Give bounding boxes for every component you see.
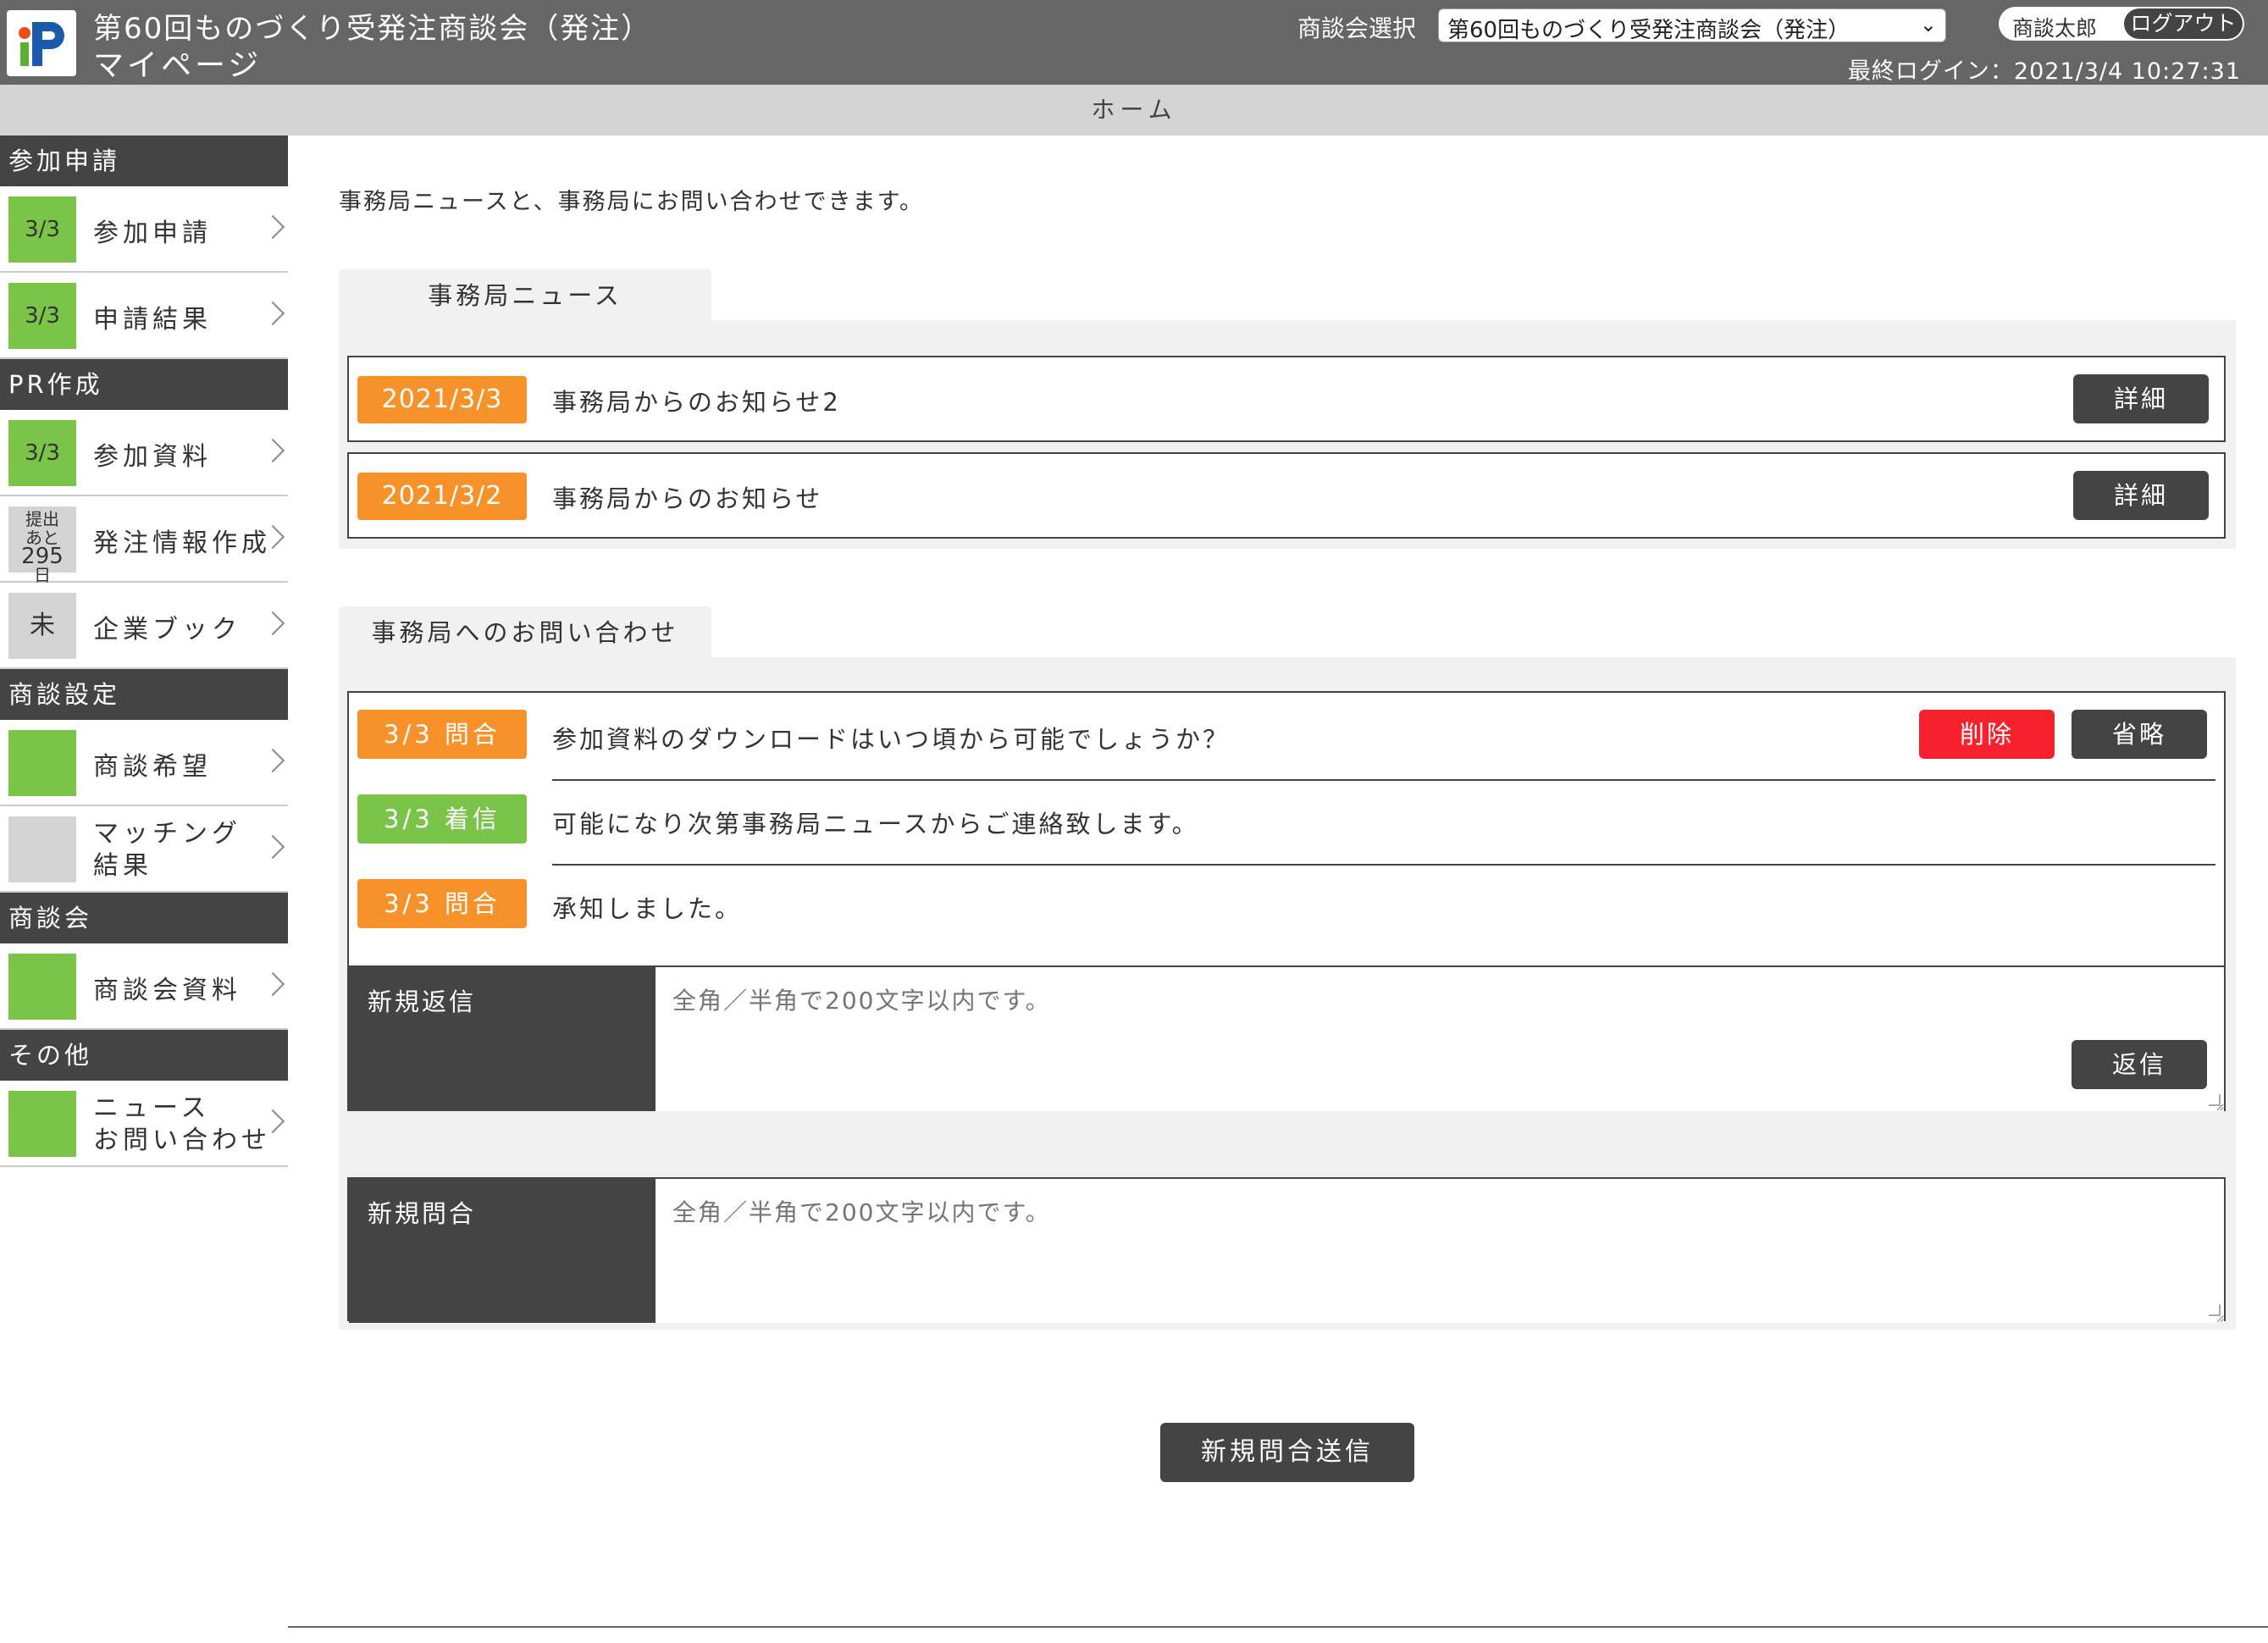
chevron-right-icon: [260, 214, 285, 240]
event-select-value: 第60回ものづくり受発注商談会（発注）: [1447, 18, 1850, 43]
status-badge: [8, 730, 76, 796]
new-inquiry-textarea[interactable]: [656, 1179, 2224, 1323]
send-inquiry-button[interactable]: 新規問合送信: [1160, 1423, 1414, 1482]
sidebar: 参加申請 3/3 参加申請 3/3 申請結果 PR作成 3/3 参加資料 提出 …: [0, 136, 288, 1167]
status-badge: [8, 1091, 76, 1157]
chevron-down-icon: ⌄: [1919, 13, 1937, 36]
sidebar-item-application-result[interactable]: 3/3 申請結果: [0, 273, 288, 359]
sidebar-item-label: ニュース お問い合わせ: [93, 1093, 271, 1155]
chevron-right-icon: [260, 301, 285, 326]
delete-button[interactable]: 削除: [1919, 710, 2055, 759]
sidebar-item-news-inquiry[interactable]: ニュース お問い合わせ: [0, 1081, 288, 1167]
user-menu: 商談太郎 ログアウト: [1999, 7, 2244, 41]
sidebar-section-other: その他: [0, 1030, 288, 1081]
sidebar-item-materials[interactable]: 3/3 参加資料: [0, 410, 288, 496]
page-title: マイページ: [93, 48, 263, 83]
sidebar-item-label: 商談希望: [93, 752, 212, 782]
status-badge: 3/3: [8, 283, 76, 349]
event-select[interactable]: 第60回ものづくり受発注商談会（発注） ⌄: [1438, 8, 1946, 43]
news-detail-button[interactable]: 詳細: [2073, 471, 2209, 520]
last-login: 最終ログイン：2021/3/4 10:27:31: [1847, 58, 2241, 85]
status-badge: [8, 816, 76, 882]
reply-button[interactable]: 返信: [2072, 1040, 2207, 1089]
sidebar-item-order-info[interactable]: 提出 あと 295 日 発注情報作成: [0, 496, 288, 584]
tab-inquiry: 事務局へのお問い合わせ: [339, 606, 711, 659]
sidebar-item-meeting-request[interactable]: 商談希望: [0, 720, 288, 806]
message-text: 可能になり次第事務局ニュースからご連絡致します。: [552, 810, 1199, 838]
app-header: 第60回ものづくり受発注商談会（発注） マイページ 商談会選択 第60回ものづく…: [0, 0, 2268, 85]
news-date: 2021/3/2: [357, 473, 527, 520]
sidebar-item-label: 参加資料: [93, 442, 212, 472]
sidebar-section-meeting: 商談会: [0, 893, 288, 943]
message-text: 参加資料のダウンロードはいつ頃から可能でしょうか？: [552, 725, 1231, 754]
chevron-right-icon: [260, 438, 285, 463]
chevron-right-icon: [260, 971, 285, 997]
sidebar-item-label: 企業ブック: [93, 615, 241, 644]
message-tag: 3/3 問合: [357, 879, 527, 928]
status-badge: 3/3: [8, 196, 76, 263]
resize-handle-icon[interactable]: [2209, 1304, 2221, 1316]
breadcrumb: ホーム: [0, 85, 2268, 136]
thread-message: 3/3 着信 可能になり次第事務局ニュースからご連絡致します。: [349, 777, 2224, 862]
chevron-right-icon: [260, 611, 285, 636]
message-tag: 3/3 問合: [357, 710, 527, 759]
intro-text: 事務局ニュースと、事務局にお問い合わせできます。: [339, 189, 924, 215]
collapse-button[interactable]: 省略: [2072, 710, 2207, 759]
logo-icon: [7, 10, 76, 76]
status-badge: [8, 954, 76, 1020]
sidebar-section-meeting-settings: 商談設定: [0, 669, 288, 720]
inquiry-thread: 3/3 問合 参加資料のダウンロードはいつ頃から可能でしょうか？ 削除 省略 3…: [347, 691, 2226, 1111]
event-select-label: 商談会選択: [1297, 14, 1417, 42]
reply-form: 新規返信 返信: [349, 965, 2224, 1111]
message-text: 承知しました。: [552, 894, 743, 923]
sidebar-section-application: 参加申請: [0, 136, 288, 186]
new-inquiry-form: 新規問合: [347, 1177, 2226, 1323]
reply-label: 新規返信: [349, 967, 656, 1111]
sidebar-item-matching-result[interactable]: マッチング 結果: [0, 806, 288, 893]
thread-message: 3/3 問合 承知しました。: [349, 862, 2224, 947]
reply-textarea[interactable]: [656, 967, 2224, 1111]
sidebar-section-pr: PR作成: [0, 359, 288, 410]
chevron-right-icon: [260, 834, 285, 860]
new-inquiry-label: 新規問合: [349, 1179, 656, 1323]
sidebar-item-label: マッチング 結果: [93, 819, 241, 881]
status-badge: 提出 あと 295 日: [8, 506, 76, 584]
user-name: 商談太郎: [2012, 16, 2098, 41]
sidebar-item-label: 参加申請: [93, 219, 212, 248]
chevron-right-icon: [260, 748, 285, 773]
sidebar-item-label: 商談会資料: [93, 976, 241, 1005]
resize-handle-icon[interactable]: [2209, 1094, 2221, 1106]
sidebar-item-application[interactable]: 3/3 参加申請: [0, 186, 288, 273]
news-detail-button[interactable]: 詳細: [2073, 374, 2209, 423]
sidebar-item-label: 発注情報作成: [93, 528, 271, 558]
news-item: 2021/3/3 事務局からのお知らせ2 詳細: [347, 356, 2226, 442]
status-badge: 3/3: [8, 420, 76, 486]
logout-button[interactable]: ログアウト: [2124, 8, 2243, 39]
news-date: 2021/3/3: [357, 376, 527, 423]
sidebar-item-meeting-materials[interactable]: 商談会資料: [0, 943, 288, 1030]
thread-message: 3/3 問合 参加資料のダウンロードはいつ頃から可能でしょうか？ 削除 省略: [349, 693, 2224, 777]
footer-divider: [288, 1626, 2268, 1628]
sidebar-item-company-book[interactable]: 未 企業ブック: [0, 583, 288, 669]
news-title: 事務局からのお知らせ2: [552, 388, 841, 417]
sidebar-item-label: 申請結果: [93, 305, 212, 335]
news-item: 2021/3/2 事務局からのお知らせ 詳細: [347, 452, 2226, 539]
news-title: 事務局からのお知らせ: [552, 484, 823, 513]
message-tag: 3/3 着信: [357, 794, 527, 844]
tab-news: 事務局ニュース: [339, 269, 711, 322]
status-badge: 未: [8, 593, 76, 659]
